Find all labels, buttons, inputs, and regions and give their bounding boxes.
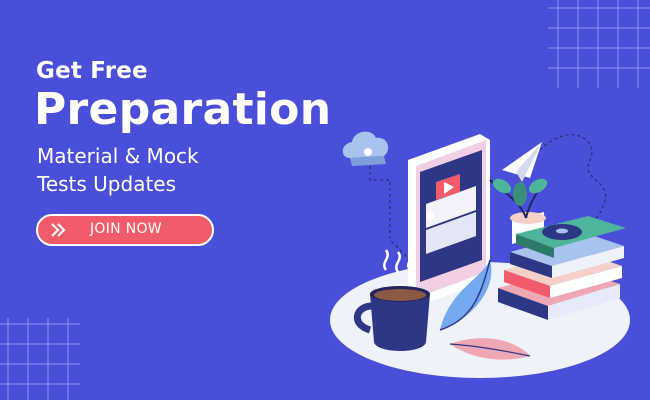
study-illustration: [330, 131, 630, 378]
grid-decoration-top-right: [548, 0, 650, 88]
subheadline-line-1: Material & Mock: [37, 144, 199, 168]
paper-plane-icon: [502, 142, 542, 182]
headline-preparation: Preparation: [34, 84, 332, 135]
disc-icon: [542, 224, 582, 240]
headline-get-free: Get Free: [36, 58, 148, 84]
promo-banner: Get Free Preparation Material & Mock Tes…: [0, 0, 650, 400]
join-now-label: JOIN NOW: [90, 221, 162, 237]
grid-decoration-bottom-left: [0, 318, 80, 400]
double-chevron-right-icon: [51, 223, 66, 237]
cloud-icon: [342, 131, 389, 166]
join-now-button[interactable]: JOIN NOW: [36, 214, 214, 246]
subheadline-line-2: Tests Updates: [37, 172, 177, 196]
